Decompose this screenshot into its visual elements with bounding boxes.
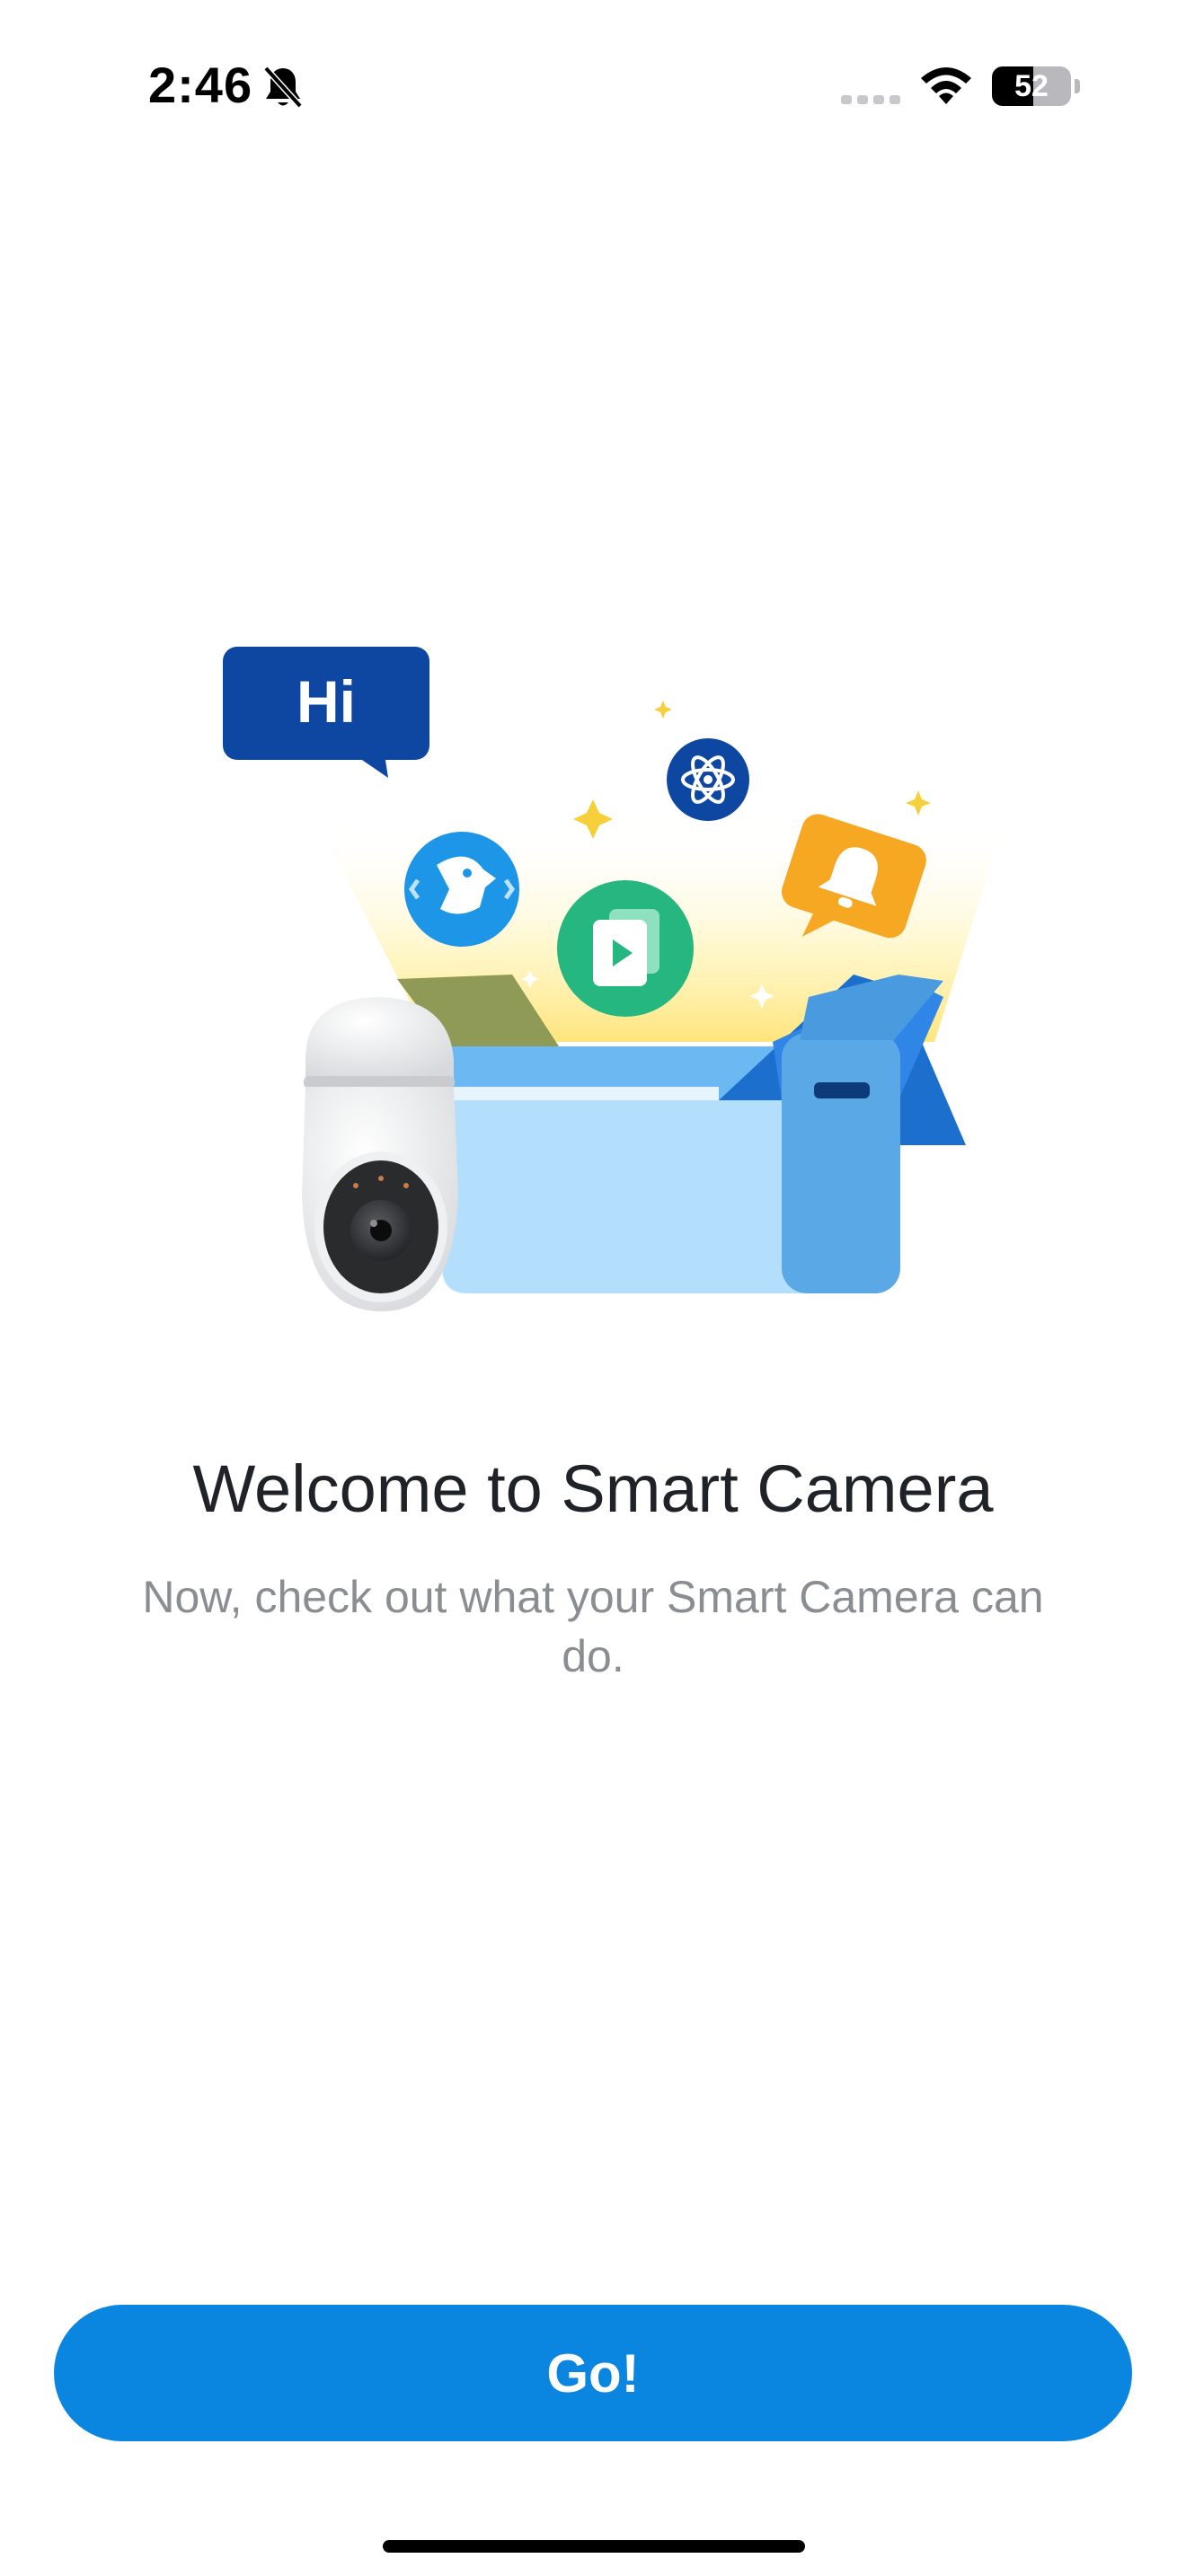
security-camera xyxy=(302,997,458,1311)
battery-level: 52 xyxy=(1014,69,1049,103)
signal-icon xyxy=(841,95,900,104)
video-playlist-icon xyxy=(557,880,694,1017)
go-button[interactable]: Go! xyxy=(54,2305,1132,2441)
battery-cap xyxy=(1075,79,1080,93)
sparkle xyxy=(654,701,672,719)
home-indicator[interactable] xyxy=(383,2540,805,2553)
welcome-subtitle: Now, check out what your Smart Camera ca… xyxy=(142,1572,1044,1681)
ai-bot-icon xyxy=(404,832,519,947)
atom-icon xyxy=(667,738,749,821)
speech-bubble-icon: Hi xyxy=(223,647,429,778)
wifi-icon xyxy=(921,67,971,104)
box-side xyxy=(782,1033,900,1293)
welcome-illustration: Hi xyxy=(223,647,1006,1311)
bell-off-icon xyxy=(263,66,303,109)
speech-bubble-text: Hi xyxy=(296,668,356,735)
status-time: 2:46 xyxy=(148,57,253,113)
battery-icon: 52 xyxy=(992,66,1071,106)
sparkle xyxy=(906,790,931,816)
welcome-title: Welcome to Smart Camera xyxy=(192,1451,994,1526)
status-bar: 2:46 52 xyxy=(0,0,1186,171)
